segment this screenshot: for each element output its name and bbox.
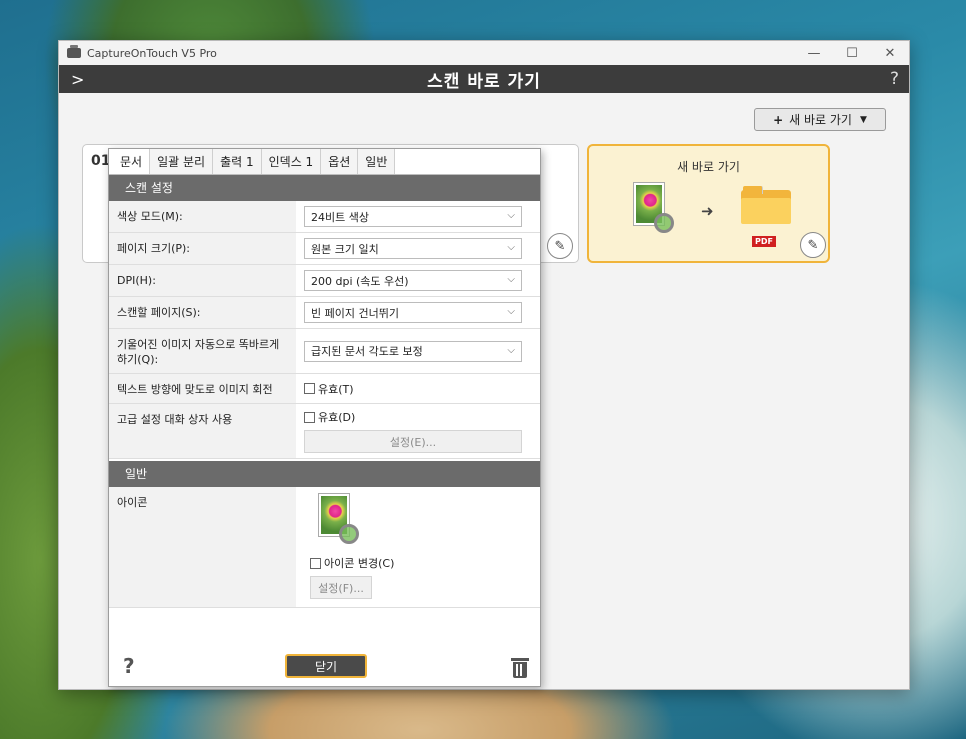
checkbox-box xyxy=(304,411,315,423)
general-header: 일반 xyxy=(109,461,540,487)
shortcut-icon-preview xyxy=(318,493,359,544)
help-icon[interactable]: ? xyxy=(890,69,899,89)
chevron-down-icon: ⌵ xyxy=(507,242,515,253)
advanced-dialog-checkbox[interactable]: 유효(D) xyxy=(304,409,522,425)
change-icon-checkbox-label: 아이콘 변경(C) xyxy=(324,557,395,570)
checkbox-box xyxy=(304,383,315,394)
new-shortcut-label: 새 바로 가기 xyxy=(789,113,852,127)
trash-icon[interactable] xyxy=(511,658,529,678)
expand-sidebar-icon[interactable]: > xyxy=(71,70,84,89)
shortcut-card-new[interactable]: 새 바로 가기 ➜ PDF ✎ xyxy=(587,144,830,263)
dpi-label: DPI(H): xyxy=(109,265,296,296)
color-mode-row: 색상 모드(M): 24비트 색상 ⌵ xyxy=(109,201,540,233)
close-window-button[interactable]: ✕ xyxy=(871,41,909,65)
chevron-down-icon: ⌵ xyxy=(507,274,515,285)
shortcut-label: 새 바로 가기 xyxy=(677,160,740,174)
pencil-icon: ✎ xyxy=(554,238,566,254)
minimize-button[interactable]: — xyxy=(795,41,833,65)
color-mode-value: 24비트 색상 xyxy=(311,210,369,224)
magnifier-icon xyxy=(339,524,359,544)
deskew-label: 기울어진 이미지 자동으로 똑바르게 하기(Q): xyxy=(109,329,296,373)
app-title: CaptureOnTouch V5 Pro xyxy=(87,46,217,60)
magnifier-icon xyxy=(654,213,674,233)
icon-label: 아이콘 xyxy=(109,487,296,607)
rotate-checkbox[interactable]: 유효(T) xyxy=(304,381,522,397)
icon-row: 아이콘 아이콘 변경(C) 설정(F)... xyxy=(109,487,540,608)
pages-to-scan-row: 스캔할 페이지(S): 빈 페이지 건너뛰기 ⌵ xyxy=(109,297,540,329)
deskew-value: 급지된 문서 각도로 보정 xyxy=(311,345,423,358)
window-controls: — ☐ ✕ xyxy=(795,41,909,65)
deskew-row: 기울어진 이미지 자동으로 똑바르게 하기(Q): 급지된 문서 각도로 보정 … xyxy=(109,329,540,374)
pages-to-scan-select[interactable]: 빈 페이지 건너뛰기 ⌵ xyxy=(304,302,522,323)
pencil-icon: ✎ xyxy=(807,237,819,253)
chevron-down-icon: ⌵ xyxy=(507,306,515,317)
title-bar: CaptureOnTouch V5 Pro — ☐ ✕ xyxy=(59,41,909,65)
maximize-button[interactable]: ☐ xyxy=(833,41,871,65)
scanner-icon xyxy=(67,45,81,58)
tab-document[interactable]: 문서 xyxy=(113,149,151,174)
folder-icon xyxy=(741,186,791,224)
checkbox-box xyxy=(310,557,321,569)
caret-down-icon: ▼ xyxy=(859,114,867,125)
app-header: > 스캔 바로 가기 ? xyxy=(59,65,909,93)
page-size-value: 원본 크기 일치 xyxy=(311,242,379,256)
dpi-value: 200 dpi (속도 우선) xyxy=(311,274,409,288)
change-icon-checkbox[interactable]: 아이콘 변경(C) xyxy=(310,555,522,571)
edit-shortcut-01-button[interactable]: ✎ xyxy=(547,233,573,259)
plus-icon: + xyxy=(773,112,784,127)
page-size-label: 페이지 크기(P): xyxy=(109,233,296,264)
color-mode-label: 색상 모드(M): xyxy=(109,201,296,232)
help-icon[interactable]: ? xyxy=(123,654,135,678)
page-title: 스캔 바로 가기 xyxy=(427,71,541,92)
color-mode-select[interactable]: 24비트 색상 ⌵ xyxy=(304,206,522,227)
tab-output-1[interactable]: 출력 1 xyxy=(213,149,262,174)
dpi-row: DPI(H): 200 dpi (속도 우선) ⌵ xyxy=(109,265,540,297)
chevron-down-icon: ⌵ xyxy=(507,344,515,356)
edit-shortcut-button[interactable]: ✎ xyxy=(800,232,826,258)
deskew-select[interactable]: 급지된 문서 각도로 보정 ⌵ xyxy=(304,340,522,362)
new-shortcut-button[interactable]: + 새 바로 가기 ▼ xyxy=(754,108,886,131)
settings-tabs: 문서 일괄 분리 출력 1 인덱스 1 옵션 일반 xyxy=(109,149,540,175)
pdf-badge: PDF xyxy=(752,236,776,247)
shortcut-settings-panel: 문서 일괄 분리 출력 1 인덱스 1 옵션 일반 스캔 설정 색상 모드(M)… xyxy=(108,148,541,687)
close-panel-button[interactable]: 닫기 xyxy=(285,654,367,678)
advanced-dialog-row: 고급 설정 대화 상자 사용 유효(D) 설정(E)... xyxy=(109,404,540,459)
scan-settings-header: 스캔 설정 xyxy=(109,175,540,201)
rotate-row: 텍스트 방향에 맞도로 이미지 회전 유효(T) xyxy=(109,374,540,404)
page-size-row: 페이지 크기(P): 원본 크기 일치 ⌵ xyxy=(109,233,540,265)
dpi-select[interactable]: 200 dpi (속도 우선) ⌵ xyxy=(304,270,522,291)
pages-to-scan-value: 빈 페이지 건너뛰기 xyxy=(311,306,399,320)
tab-index-1[interactable]: 인덱스 1 xyxy=(261,149,322,174)
advanced-dialog-label: 고급 설정 대화 상자 사용 xyxy=(109,404,296,458)
advanced-dialog-checkbox-label: 유효(D) xyxy=(318,411,356,424)
panel-footer: ? 닫기 xyxy=(109,618,540,686)
arrow-right-icon: ➜ xyxy=(701,202,714,220)
tab-general[interactable]: 일반 xyxy=(358,149,396,174)
scan-document-icon xyxy=(633,182,674,233)
rotate-checkbox-label: 유효(T) xyxy=(318,382,354,396)
rotate-label: 텍스트 방향에 맞도로 이미지 회전 xyxy=(109,374,296,403)
icon-settings-button[interactable]: 설정(F)... xyxy=(310,576,372,599)
chevron-down-icon: ⌵ xyxy=(507,210,515,221)
tab-batch-separation[interactable]: 일괄 분리 xyxy=(150,149,214,174)
advanced-settings-button[interactable]: 설정(E)... xyxy=(304,430,522,453)
tab-options[interactable]: 옵션 xyxy=(321,149,359,174)
pages-to-scan-label: 스캔할 페이지(S): xyxy=(109,297,296,328)
page-size-select[interactable]: 원본 크기 일치 ⌵ xyxy=(304,238,522,259)
